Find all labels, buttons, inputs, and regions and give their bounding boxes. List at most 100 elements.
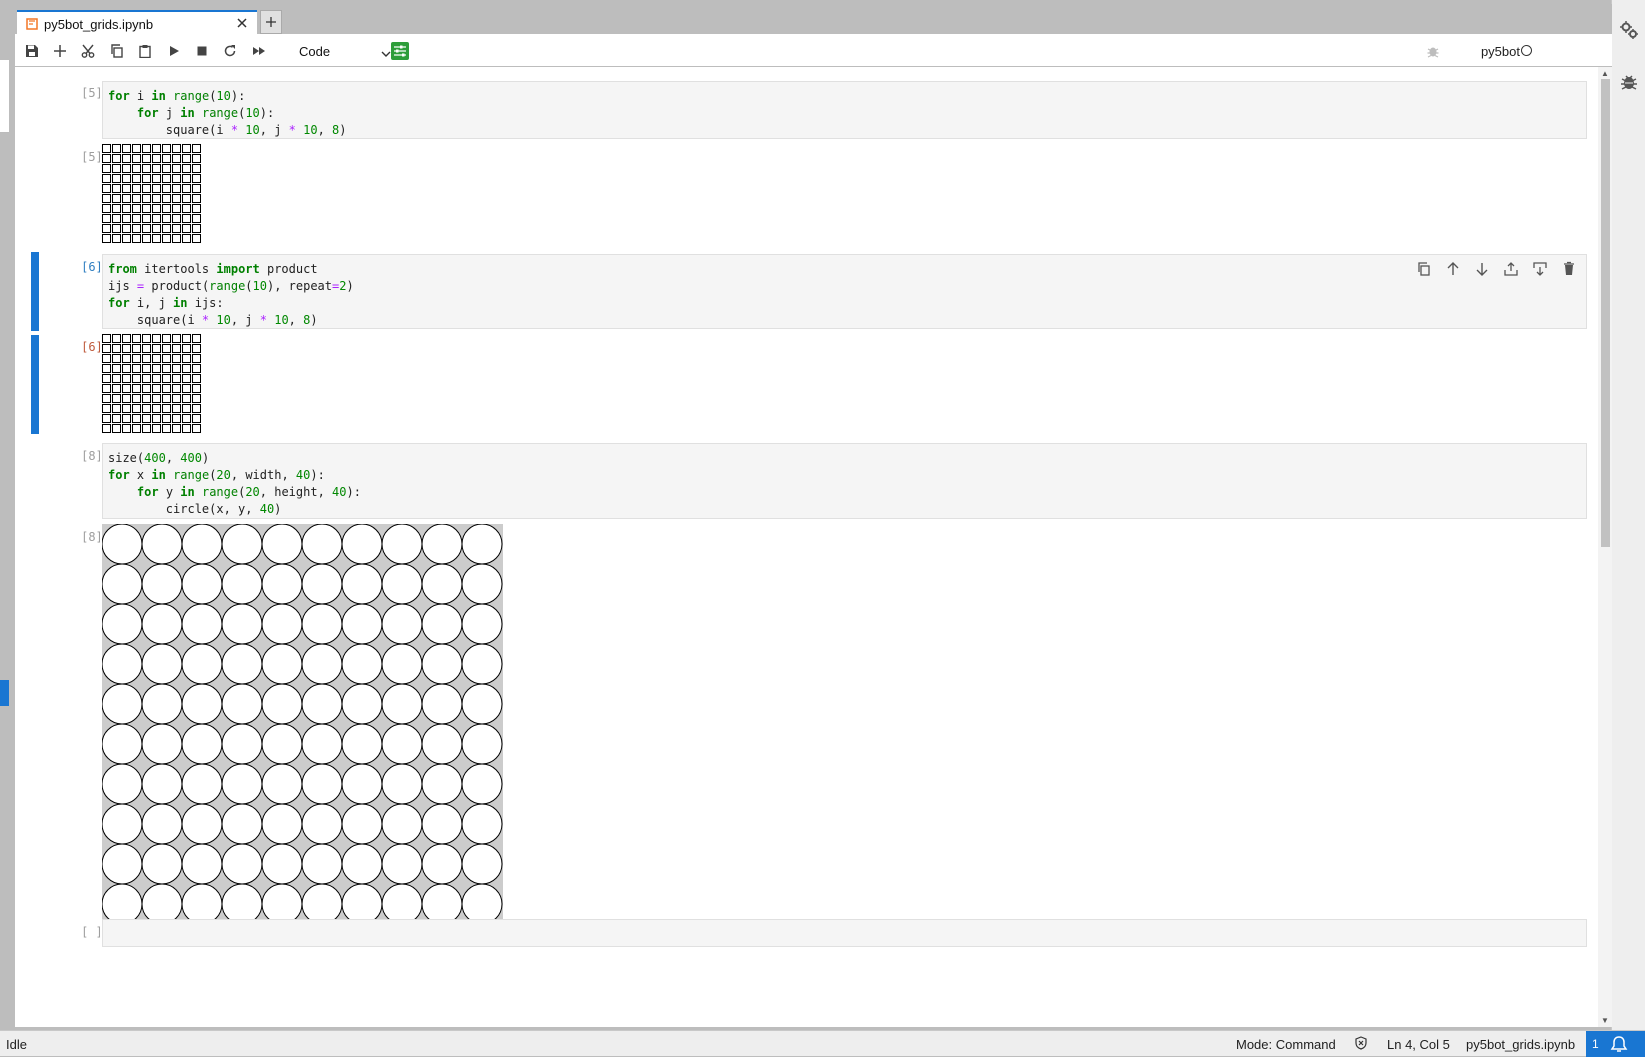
circle xyxy=(141,843,183,885)
square xyxy=(192,404,201,413)
square xyxy=(132,144,141,153)
cell-type-select[interactable]: Code xyxy=(297,42,392,62)
square xyxy=(192,354,201,363)
move-up-icon[interactable] xyxy=(1445,261,1461,277)
square xyxy=(112,154,121,163)
square xyxy=(172,404,181,413)
code-cell[interactable]: from itertools import product ijs = prod… xyxy=(102,254,1587,329)
stop-icon[interactable] xyxy=(194,43,210,59)
code-editor[interactable]: for i in range(10): for j in range(10): … xyxy=(103,82,1586,145)
run-icon[interactable] xyxy=(166,43,182,59)
code-cell[interactable]: for i in range(10): for j in range(10): … xyxy=(102,81,1587,139)
notebook-panel: py5bot_grids.ipynb Code py5bot [5]: for … xyxy=(15,4,1612,1027)
property-list-icon[interactable] xyxy=(391,42,409,60)
cell-type-label: Code xyxy=(299,44,331,59)
square xyxy=(112,344,121,353)
move-down-icon[interactable] xyxy=(1474,261,1490,277)
circle xyxy=(421,763,463,805)
square xyxy=(122,384,131,393)
paste-icon[interactable] xyxy=(137,43,153,59)
square xyxy=(182,424,191,433)
circle xyxy=(102,643,143,685)
square xyxy=(122,184,131,193)
notebook-scrollbar[interactable]: ▲ ▼ xyxy=(1598,67,1612,1027)
square xyxy=(162,164,171,173)
circle xyxy=(221,843,263,885)
status-bar: Idle Mode: Command Ln 4, Col 5 py5bot_gr… xyxy=(0,1030,1645,1057)
square xyxy=(102,164,111,173)
status-cursor-position[interactable]: Ln 4, Col 5 xyxy=(1387,1037,1450,1052)
circle xyxy=(341,843,383,885)
circle xyxy=(181,763,223,805)
scrollbar-thumb[interactable] xyxy=(1601,79,1610,547)
square xyxy=(172,344,181,353)
square xyxy=(152,414,161,423)
square xyxy=(162,174,171,183)
delete-icon[interactable] xyxy=(1561,261,1577,277)
property-inspector-icon[interactable] xyxy=(1619,20,1639,40)
square xyxy=(192,214,201,223)
left-active-indicator[interactable] xyxy=(0,680,9,706)
square xyxy=(152,364,161,373)
scroll-down-icon[interactable]: ▼ xyxy=(1601,1016,1609,1025)
square xyxy=(142,414,151,423)
copy-icon[interactable] xyxy=(109,43,125,59)
square xyxy=(122,164,131,173)
add-cell-icon[interactable] xyxy=(52,43,68,59)
code-editor[interactable]: from itertools import product ijs = prod… xyxy=(103,255,1586,335)
kernel-debugger-icon[interactable] xyxy=(1426,44,1440,58)
circle xyxy=(102,723,143,765)
code-cell[interactable]: size(400, 400) for x in range(20, width,… xyxy=(102,443,1587,519)
square xyxy=(172,154,181,163)
square xyxy=(142,204,151,213)
notebook-tab[interactable]: py5bot_grids.ipynb xyxy=(17,10,257,36)
trusted-shield-icon[interactable] xyxy=(1354,1036,1368,1050)
square xyxy=(112,204,121,213)
square xyxy=(132,414,141,423)
code-editor[interactable]: size(400, 400) for x in range(20, width,… xyxy=(103,444,1586,524)
square xyxy=(192,194,201,203)
square xyxy=(182,214,191,223)
square xyxy=(162,334,171,343)
run-all-icon[interactable] xyxy=(251,43,267,59)
notification-button[interactable]: 1 xyxy=(1586,1031,1645,1057)
square xyxy=(162,384,171,393)
square xyxy=(142,154,151,163)
circle xyxy=(461,803,503,845)
circle xyxy=(421,524,463,565)
output-collapser[interactable] xyxy=(31,335,39,434)
circle xyxy=(381,883,423,925)
scroll-up-icon[interactable]: ▲ xyxy=(1601,69,1609,78)
circle xyxy=(341,643,383,685)
circle xyxy=(421,683,463,725)
square xyxy=(142,194,151,203)
cut-icon[interactable] xyxy=(80,43,96,59)
circle xyxy=(261,603,303,645)
save-icon[interactable] xyxy=(24,43,40,59)
cell-collapser[interactable] xyxy=(31,252,39,331)
new-tab-button[interactable] xyxy=(260,10,282,34)
debugger-icon[interactable] xyxy=(1619,72,1639,92)
square xyxy=(102,414,111,423)
circle xyxy=(421,803,463,845)
insert-below-icon[interactable] xyxy=(1532,261,1548,277)
kernel-name[interactable]: py5bot xyxy=(1481,44,1520,59)
restart-icon[interactable] xyxy=(222,43,238,59)
square xyxy=(102,214,111,223)
square xyxy=(152,224,161,233)
insert-above-icon[interactable] xyxy=(1503,261,1519,277)
status-mode[interactable]: Mode: Command xyxy=(1236,1037,1336,1052)
close-icon[interactable] xyxy=(235,16,249,30)
duplicate-icon[interactable] xyxy=(1416,261,1432,277)
circle xyxy=(341,683,383,725)
square xyxy=(152,234,161,243)
circle xyxy=(461,563,503,605)
square xyxy=(132,204,141,213)
circle xyxy=(141,683,183,725)
circle xyxy=(341,803,383,845)
square xyxy=(162,394,171,403)
square xyxy=(172,224,181,233)
empty-code-cell[interactable] xyxy=(102,919,1587,947)
circle xyxy=(381,723,423,765)
circle xyxy=(181,723,223,765)
